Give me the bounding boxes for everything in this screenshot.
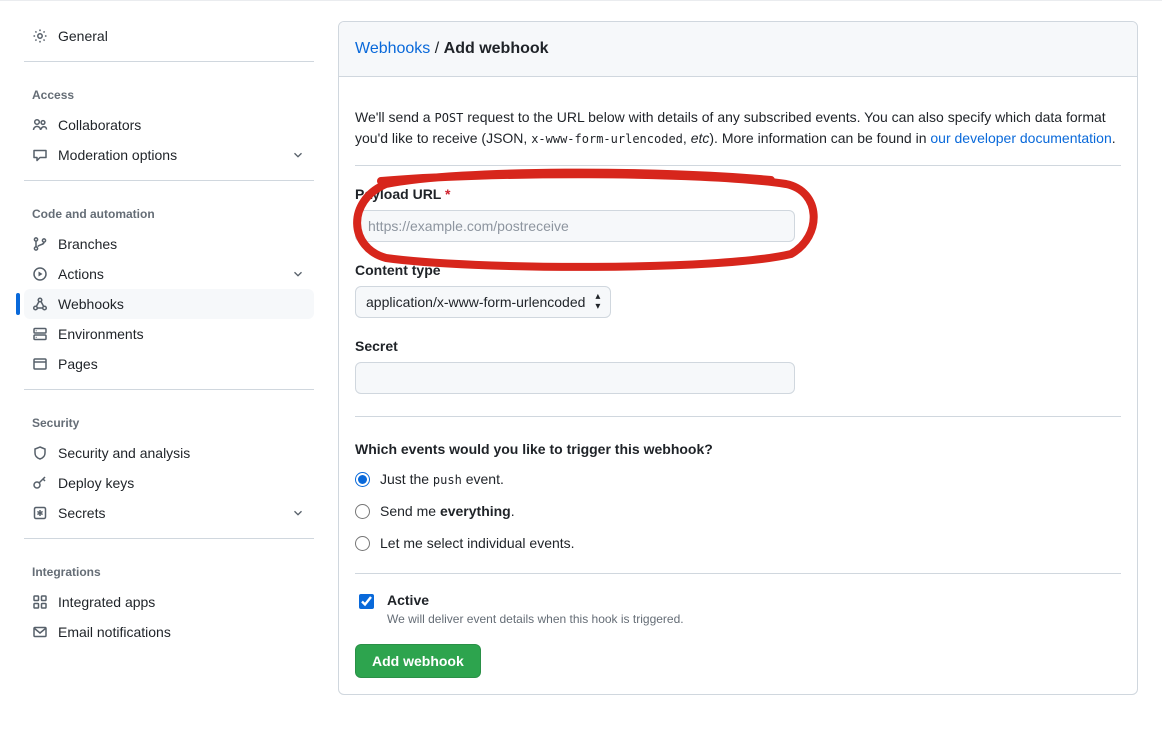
secret-input[interactable] xyxy=(355,362,795,394)
sidebar-item-label: Secrets xyxy=(58,505,105,521)
apps-icon xyxy=(32,594,48,610)
add-webhook-panel: Webhooks / Add webhook We'll send a POST… xyxy=(338,21,1138,695)
divider xyxy=(24,180,314,181)
webhook-icon xyxy=(32,296,48,312)
sidebar-item-branches[interactable]: Branches xyxy=(24,229,314,259)
sidebar-item-security-analysis[interactable]: Security and analysis xyxy=(24,438,314,468)
content-type-value: application/x-www-form-urlencoded xyxy=(366,294,585,310)
payload-url-field: Payload URL * xyxy=(355,186,1121,242)
sidebar-item-secrets[interactable]: Secrets xyxy=(24,498,314,528)
mail-icon xyxy=(32,624,48,640)
sidebar-group-title: Code and automation xyxy=(24,191,314,229)
active-label: Active xyxy=(387,592,684,608)
chevron-down-icon xyxy=(290,505,306,521)
breadcrumb-parent-link[interactable]: Webhooks xyxy=(355,40,430,57)
chevron-down-icon xyxy=(290,266,306,282)
key-icon xyxy=(32,475,48,491)
divider xyxy=(24,389,314,390)
content-type-field: Content type application/x-www-form-urle… xyxy=(355,262,1121,318)
browser-icon xyxy=(32,356,48,372)
comment-icon xyxy=(32,147,48,163)
radio-input[interactable] xyxy=(355,504,370,519)
git-branch-icon xyxy=(32,236,48,252)
shield-icon xyxy=(32,445,48,461)
content-type-label: Content type xyxy=(355,262,1121,278)
sidebar-item-moderation[interactable]: Moderation options xyxy=(24,140,314,170)
breadcrumb-current: Add webhook xyxy=(444,40,549,57)
events-question: Which events would you like to trigger t… xyxy=(355,441,1121,457)
events-radio-everything[interactable]: Send me everything. xyxy=(355,503,1121,519)
active-checkbox-row: Active We will deliver event details whe… xyxy=(355,592,1121,626)
chevron-down-icon xyxy=(290,147,306,163)
sidebar-item-label: Security and analysis xyxy=(58,445,190,461)
sidebar-item-label: Environments xyxy=(58,326,144,342)
sidebar-group-title: Security xyxy=(24,400,314,438)
sidebar-item-general[interactable]: General xyxy=(24,21,314,51)
secret-field: Secret xyxy=(355,338,1121,394)
sidebar-item-pages[interactable]: Pages xyxy=(24,349,314,379)
active-subtext: We will deliver event details when this … xyxy=(387,612,684,626)
divider xyxy=(355,573,1121,574)
sidebar-item-label: Moderation options xyxy=(58,147,177,163)
sidebar-item-label: Branches xyxy=(58,236,117,252)
sidebar-group-title: Integrations xyxy=(24,549,314,587)
active-checkbox[interactable] xyxy=(359,594,374,609)
sidebar-item-label: General xyxy=(58,28,108,44)
sidebar-item-actions[interactable]: Actions xyxy=(24,259,314,289)
sidebar-item-environments[interactable]: Environments xyxy=(24,319,314,349)
server-icon xyxy=(32,326,48,342)
sidebar-item-email-notifications[interactable]: Email notifications xyxy=(24,617,314,647)
sidebar-item-label: Deploy keys xyxy=(58,475,134,491)
sidebar-item-collaborators[interactable]: Collaborators xyxy=(24,110,314,140)
play-circle-icon xyxy=(32,266,48,282)
sidebar-item-deploy-keys[interactable]: Deploy keys xyxy=(24,468,314,498)
breadcrumb-separator: / xyxy=(430,40,443,57)
sidebar-item-integrated-apps[interactable]: Integrated apps xyxy=(24,587,314,617)
breadcrumb: Webhooks / Add webhook xyxy=(339,22,1137,77)
secret-label: Secret xyxy=(355,338,1121,354)
sidebar-item-label: Webhooks xyxy=(58,296,124,312)
payload-url-label: Payload URL * xyxy=(355,186,1121,202)
gear-icon xyxy=(32,28,48,44)
asterisk-icon xyxy=(32,505,48,521)
developer-docs-link[interactable]: our developer documentation xyxy=(930,130,1111,146)
add-webhook-button[interactable]: Add webhook xyxy=(355,644,481,678)
sidebar-item-label: Integrated apps xyxy=(58,594,155,610)
sidebar-item-label: Pages xyxy=(58,356,98,372)
sidebar-item-label: Actions xyxy=(58,266,104,282)
radio-input[interactable] xyxy=(355,536,370,551)
radio-input[interactable] xyxy=(355,472,370,487)
events-radio-individual[interactable]: Let me select individual events. xyxy=(355,535,1121,551)
events-radio-push[interactable]: Just the push event. xyxy=(355,471,1121,487)
sidebar-item-label: Email notifications xyxy=(58,624,171,640)
intro-text: We'll send a POST request to the URL bel… xyxy=(355,107,1121,166)
divider xyxy=(24,538,314,539)
sidebar-group-title: Access xyxy=(24,72,314,110)
select-caret-icon: ▴▾ xyxy=(595,292,600,312)
content-type-select[interactable]: application/x-www-form-urlencoded ▴▾ xyxy=(355,286,611,318)
divider xyxy=(24,61,314,62)
people-icon xyxy=(32,117,48,133)
settings-sidebar: General Access Collaborators Moderation … xyxy=(24,21,314,647)
payload-url-input[interactable] xyxy=(355,210,795,242)
divider xyxy=(355,416,1121,417)
sidebar-item-label: Collaborators xyxy=(58,117,141,133)
sidebar-item-webhooks[interactable]: Webhooks xyxy=(24,289,314,319)
